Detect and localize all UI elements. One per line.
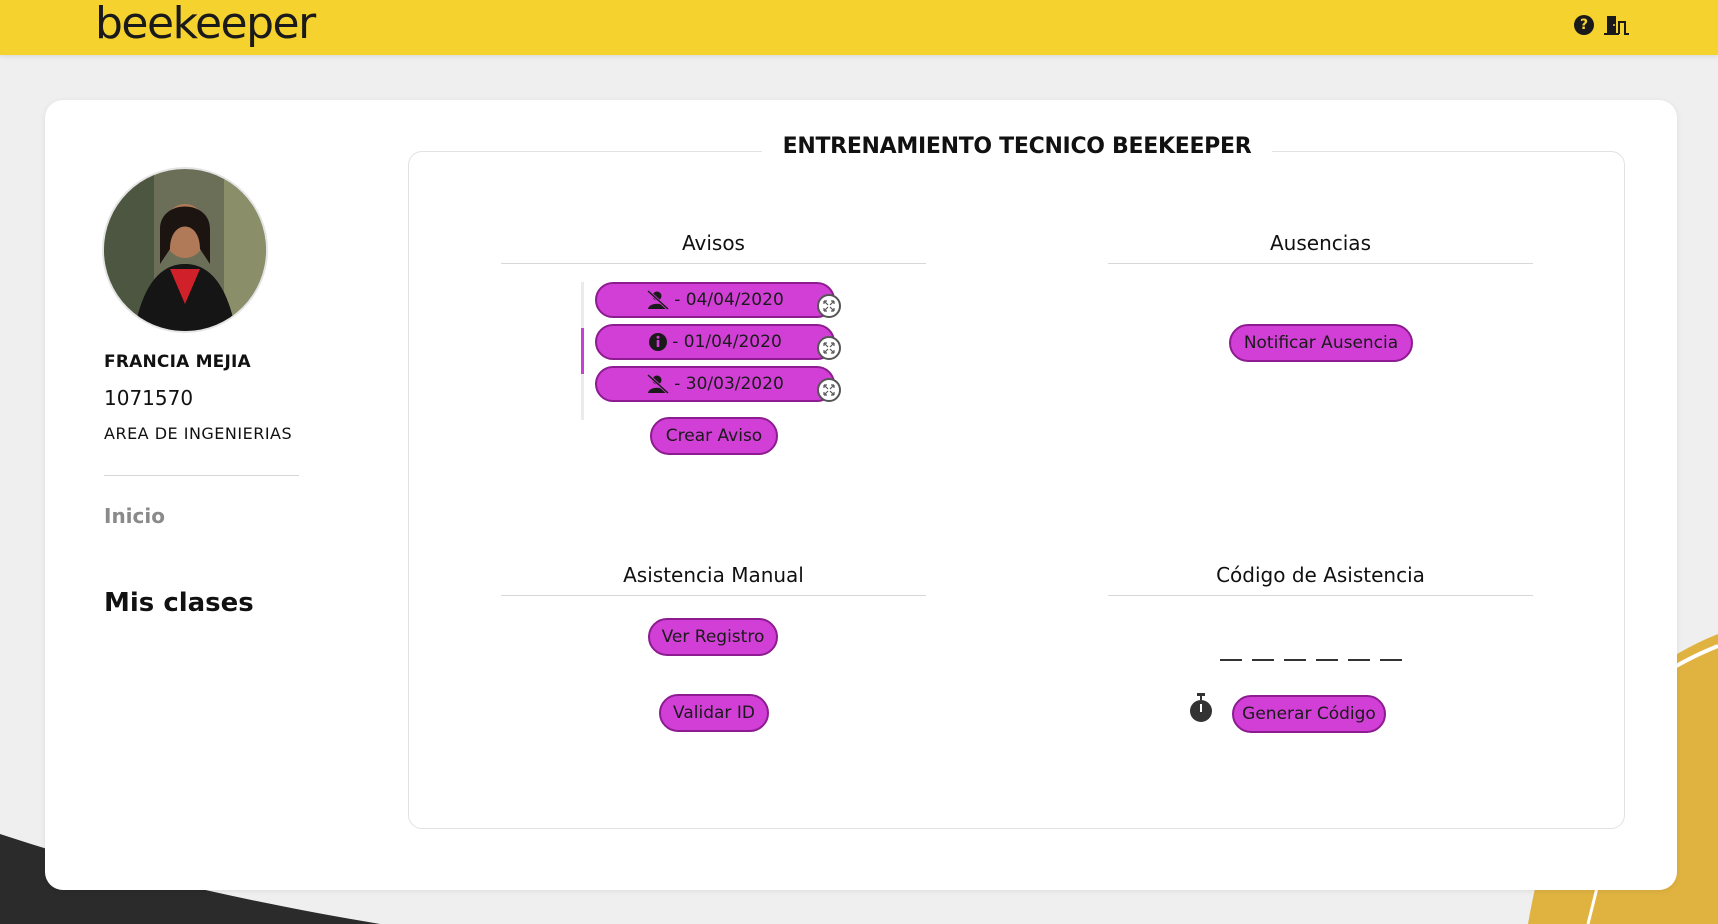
code-digit-slot [1284, 649, 1306, 661]
expand-icon[interactable] [817, 378, 841, 402]
question-circle-icon[interactable]: ? [1574, 15, 1594, 35]
attendance-code-display [1220, 649, 1402, 661]
avisos-title: Avisos [501, 231, 926, 264]
aviso-date: - 04/04/2020 [674, 290, 784, 310]
ver-registro-button[interactable]: Ver Registro [648, 618, 778, 656]
asistencia-manual-title: Asistencia Manual [501, 563, 926, 596]
top-bar: beekeeper ? [0, 0, 1718, 55]
sidebar-divider [104, 475, 299, 476]
course-panel: ENTRENAMIENTO TECNICO BEEKEEPER Avisos -… [408, 134, 1625, 829]
generar-codigo-button[interactable]: Generar Código [1232, 695, 1386, 733]
aviso-item[interactable]: - 01/04/2020 [595, 324, 835, 360]
user-slash-icon [647, 290, 670, 310]
codigo-asistencia-title: Código de Asistencia [1108, 563, 1533, 596]
aviso-date: - 30/03/2020 [674, 374, 784, 394]
user-area: AREA DE INGENIERIAS [104, 424, 293, 443]
ausencias-title: Ausencias [1108, 231, 1533, 264]
code-digit-slot [1316, 649, 1338, 661]
main-card: FRANCIA MEJIA 1071570 AREA DE INGENIERIA… [45, 100, 1677, 890]
validar-id-button[interactable]: Validar ID [659, 694, 769, 732]
user-slash-icon [647, 374, 670, 394]
code-digit-slot [1220, 649, 1242, 661]
code-digit-slot [1348, 649, 1370, 661]
top-actions: ? [1574, 14, 1630, 36]
user-name: FRANCIA MEJIA [104, 352, 251, 372]
avisos-list: - 04/04/2020 - 01/04/2020 - 30/03/2020 [581, 282, 851, 420]
code-digit-slot [1252, 649, 1274, 661]
course-title: ENTRENAMIENTO TECNICO BEEKEEPER [762, 134, 1272, 159]
code-digit-slot [1380, 649, 1402, 661]
info-circle-icon [649, 333, 668, 351]
door-exit-icon[interactable] [1604, 14, 1630, 36]
nav-mis-clases[interactable]: Mis clases [104, 588, 254, 618]
user-avatar [104, 169, 266, 331]
app-logo[interactable]: beekeeper [95, 0, 316, 49]
nav-inicio[interactable]: Inicio [104, 504, 165, 528]
aviso-date: - 01/04/2020 [672, 332, 782, 352]
notificar-ausencia-button[interactable]: Notificar Ausencia [1229, 324, 1413, 362]
avisos-scroll-thumb[interactable] [581, 328, 584, 374]
stopwatch-icon [1190, 693, 1212, 722]
expand-icon[interactable] [817, 336, 841, 360]
expand-icon[interactable] [817, 294, 841, 318]
aviso-item[interactable]: - 30/03/2020 [595, 366, 835, 402]
crear-aviso-button[interactable]: Crear Aviso [650, 417, 778, 455]
user-id: 1071570 [104, 386, 194, 410]
aviso-item[interactable]: - 04/04/2020 [595, 282, 835, 318]
